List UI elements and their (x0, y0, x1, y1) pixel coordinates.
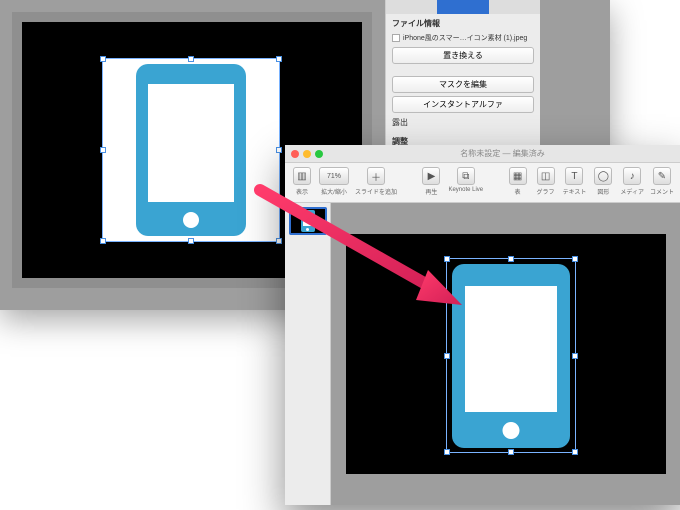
file-thumb-icon (392, 34, 400, 42)
tool-zoom[interactable]: 71%拡大/縮小 (319, 167, 349, 196)
tool-table[interactable]: ▦表 (507, 167, 529, 196)
tool-play[interactable]: ▶再生 (420, 167, 442, 196)
stage[interactable] (331, 203, 680, 505)
image-selection[interactable] (102, 58, 280, 242)
inspector-heading: ファイル情報 (392, 18, 534, 29)
tool-shape[interactable]: ◯図形 (592, 167, 614, 196)
tool-add-slide[interactable]: ＋スライドを追加 (355, 167, 397, 196)
replace-button[interactable]: 置き換える (392, 47, 534, 64)
toolbar: ▥表示 71%拡大/縮小 ＋スライドを追加 ▶再生 ⧉Keynote Live … (285, 163, 680, 203)
titlebar[interactable]: 名称未設定 — 編集済み (285, 145, 680, 163)
inspector-tab-image[interactable] (437, 0, 488, 14)
tool-text[interactable]: Tテキスト (563, 167, 587, 196)
inspector-tabs[interactable] (386, 0, 540, 14)
tool-chart[interactable]: ◫グラフ (535, 167, 557, 196)
zoom-icon[interactable] (315, 150, 323, 158)
phone-icon-front (452, 264, 570, 448)
close-icon[interactable] (291, 150, 299, 158)
exposure-label: 露出 (392, 117, 408, 128)
window-title: 名称未設定 — 編集済み (331, 148, 674, 159)
tool-media[interactable]: ♪メディア (620, 167, 644, 196)
window-controls[interactable] (291, 150, 323, 158)
image-selection-front[interactable] (446, 258, 576, 453)
edit-mask-button[interactable]: マスクを編集 (392, 76, 534, 93)
tool-comment[interactable]: ✎コメント (650, 167, 674, 196)
tool-view[interactable]: ▥表示 (291, 167, 313, 196)
keynote-window-front: 名称未設定 — 編集済み ▥表示 71%拡大/縮小 ＋スライドを追加 ▶再生 ⧉… (285, 145, 680, 505)
phone-icon (136, 64, 246, 236)
filename-row: iPhone風のスマー…イコン素材 (1).jpeg (392, 33, 534, 43)
tool-keynote-live[interactable]: ⧉Keynote Live (448, 167, 483, 193)
slide-navigator[interactable] (285, 203, 331, 505)
slide-thumbnail[interactable] (289, 207, 327, 235)
minimize-icon[interactable] (303, 150, 311, 158)
instant-alpha-button[interactable]: インスタントアルファ (392, 96, 534, 113)
filename-text: iPhone風のスマー…イコン素材 (1).jpeg (403, 33, 527, 43)
slide-canvas-front[interactable] (346, 234, 666, 474)
